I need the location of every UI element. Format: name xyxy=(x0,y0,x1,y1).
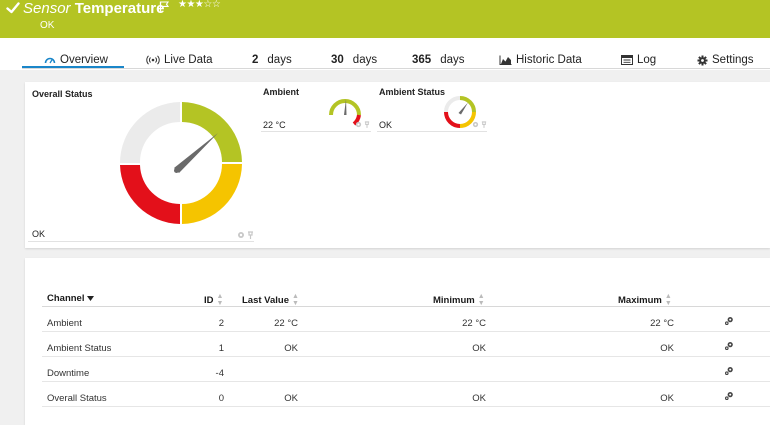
sensor-title: Sensor Temperature xyxy=(23,0,164,18)
sensor-name: Temperature xyxy=(74,0,165,17)
sensor-type: Sensor xyxy=(23,0,71,17)
channel-maximum: 22 °C xyxy=(650,318,674,329)
tab-log[interactable]: Log xyxy=(621,54,656,66)
sort-icon: ▲ ▼ xyxy=(477,293,485,307)
channel-last-value: 22 °C xyxy=(274,318,298,329)
tab-overview-label: Overview xyxy=(60,54,108,66)
channel-settings-icon[interactable] xyxy=(724,391,734,401)
overall-status-value: OK xyxy=(32,229,46,239)
live-data-icon xyxy=(146,55,160,65)
tab-settings-label: Settings xyxy=(712,54,754,66)
ambient-underline xyxy=(261,131,371,132)
tab-365-days-label: days xyxy=(440,54,465,66)
ambient-status-gauge-title: Ambient Status xyxy=(379,87,446,97)
tab-live-data-label: Live Data xyxy=(164,54,213,66)
tab-30-days-num: 30 xyxy=(331,54,344,66)
column-header-id[interactable]: ID ▲ ▼ xyxy=(204,293,223,307)
channel-maximum: OK xyxy=(660,393,674,404)
gear-icon xyxy=(697,55,708,65)
log-icon xyxy=(621,55,633,65)
tab-2-days[interactable]: 2 days xyxy=(252,54,292,66)
column-header-channel[interactable]: Channel xyxy=(47,293,95,304)
tab-365-days-num: 365 xyxy=(412,54,432,66)
overall-status-underline xyxy=(28,241,254,242)
flag-icon[interactable] xyxy=(159,1,170,12)
channel-minimum: OK xyxy=(472,343,486,354)
overall-status-gauge xyxy=(119,102,242,224)
tab-2-days-num: 2 xyxy=(252,54,259,66)
tab-30-days[interactable]: 30 days xyxy=(331,54,377,66)
channel-last-value: OK xyxy=(284,393,298,404)
channel-settings-icon[interactable] xyxy=(724,366,734,376)
sort-icon: ▲ ▼ xyxy=(216,293,224,307)
header-divider xyxy=(42,306,770,307)
sensor-header: Sensor Temperature ★★★☆☆ OK xyxy=(0,0,770,38)
tab-divider xyxy=(22,68,770,69)
sort-desc-icon xyxy=(87,296,95,301)
channel-settings-icon[interactable] xyxy=(724,316,734,326)
channel-minimum: OK xyxy=(472,393,486,404)
area-chart-icon xyxy=(499,55,512,65)
check-icon xyxy=(6,2,20,14)
tab-2-days-label: days xyxy=(267,54,292,66)
channel-minimum: 22 °C xyxy=(462,318,486,329)
row-divider xyxy=(42,406,770,407)
tab-365-days[interactable]: 365 days xyxy=(412,54,464,66)
gauge-settings-icon[interactable] xyxy=(472,121,479,128)
channel-name[interactable]: Downtime xyxy=(47,368,89,379)
channel-name[interactable]: Overall Status xyxy=(47,393,107,404)
row-divider xyxy=(42,381,770,382)
tab-historic-data-label: Historic Data xyxy=(516,54,582,66)
column-header-maximum[interactable]: Maximum ▲ ▼ xyxy=(618,293,672,307)
row-divider xyxy=(42,331,770,332)
tab-log-label: Log xyxy=(637,54,657,66)
channel-id: 2 xyxy=(218,318,224,329)
ambient-status-underline xyxy=(377,131,487,132)
overview-gauge-icon xyxy=(44,57,56,64)
channel-id: -4 xyxy=(215,368,224,379)
channel-id: 0 xyxy=(218,393,224,404)
channel-maximum: OK xyxy=(660,343,674,354)
channel-settings-icon[interactable] xyxy=(724,341,734,351)
row-divider xyxy=(42,356,770,357)
ambient-gauge-value: 22 °C xyxy=(263,120,286,130)
column-header-minimum[interactable]: Minimum ▲ ▼ xyxy=(433,293,485,307)
column-header-last-value[interactable]: Last Value ▲ ▼ xyxy=(242,293,299,307)
gauge-settings-icon[interactable] xyxy=(355,121,362,128)
sort-icon: ▲ ▼ xyxy=(664,293,672,307)
channel-name[interactable]: Ambient Status xyxy=(47,343,111,354)
tab-30-days-label: days xyxy=(352,54,378,66)
tab-live-data[interactable]: Live Data xyxy=(146,54,213,66)
pin-icon[interactable] xyxy=(364,121,370,128)
pin-icon[interactable] xyxy=(481,121,487,128)
pin-icon[interactable] xyxy=(247,231,254,239)
ambient-gauge-title: Ambient xyxy=(263,87,299,97)
sensor-status: OK xyxy=(40,20,55,31)
channel-last-value: OK xyxy=(284,343,298,354)
tab-bar: Overview Live Data 2 days 30 days 365 da… xyxy=(0,38,770,70)
sort-icon: ▲ ▼ xyxy=(292,293,299,307)
gauge-settings-icon[interactable] xyxy=(237,231,245,239)
ambient-status-gauge-value: OK xyxy=(379,120,393,130)
channel-name[interactable]: Ambient xyxy=(47,318,82,329)
channel-id: 1 xyxy=(218,343,224,354)
tab-historic-data[interactable]: Historic Data xyxy=(499,54,582,66)
tab-overview[interactable]: Overview xyxy=(44,54,108,66)
priority-stars[interactable]: ★★★☆☆ xyxy=(178,0,221,11)
tab-settings[interactable]: Settings xyxy=(697,54,754,66)
overall-status-title: Overall Status xyxy=(32,89,93,99)
